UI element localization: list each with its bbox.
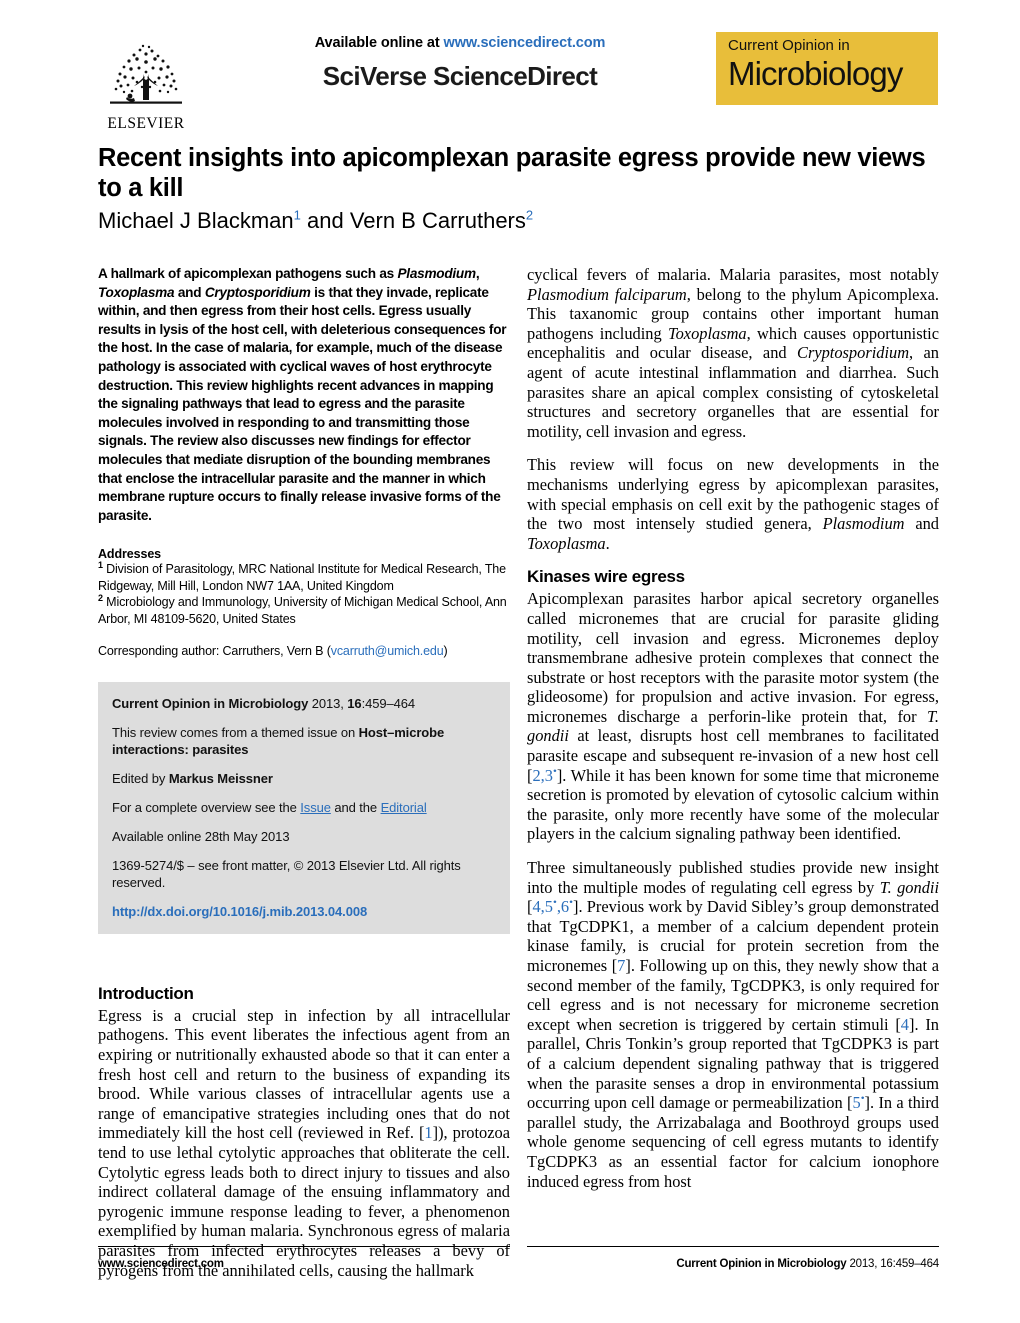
rp1-seg-1: cyclical fevers of malaria. Malaria para… [527, 265, 939, 284]
author-1-affiliation-marker[interactable]: 1 [294, 208, 301, 223]
available-online-block: Available online at www.sciencedirect.co… [230, 35, 690, 92]
rp4-seg-1: Three simultaneously published studies p… [527, 858, 939, 897]
author-2-affiliation-marker[interactable]: 2 [526, 208, 533, 223]
themed-issue-prefix: This review comes from a themed issue on [112, 724, 359, 740]
abstract-italic-plasmodium: Plasmodium [397, 266, 476, 281]
journal-logo-top-line: Current Opinion in [728, 37, 850, 54]
right-paragraph-1: cyclical fevers of malaria. Malaria para… [527, 265, 939, 441]
available-online-line: Available online at www.sciencedirect.co… [230, 35, 690, 51]
address-1-text: Division of Parasitology, MRC National I… [98, 562, 506, 593]
overview-line: For a complete overview see the Issue an… [112, 799, 496, 816]
footer-journal-name: Current Opinion in Microbiology [676, 1258, 847, 1270]
citation-ref-1[interactable]: 1 [424, 1123, 432, 1142]
abstract-italic-cryptosporidium: Cryptosporidium [204, 284, 311, 300]
rp1-italic-toxoplasma: Toxoplasma [668, 323, 747, 343]
elsevier-logo: ELSEVIER [98, 27, 194, 131]
abstract-italic-toxoplasma: Toxoplasma [98, 284, 175, 300]
journal-info-box: Current Opinion in Microbiology 2013, 16… [98, 681, 510, 934]
footer-citation: Current Opinion in Microbiology 2013, 16… [676, 1258, 939, 1270]
rp2-italic-plasmodium: Plasmodium [822, 514, 905, 534]
sciverse-sciencedirect-wordmark: SciVerse ScienceDirect [322, 61, 598, 91]
abstract-paragraph: A hallmark of apicomplexan pathogens suc… [98, 265, 510, 525]
abstract-seg-4: is that they invade, replicate within, a… [98, 284, 507, 523]
intro-seg-1: Egress is a crucial step in infection by… [98, 1005, 510, 1143]
right-paragraph-4: Three simultaneously published studies p… [527, 858, 939, 1191]
left-column: A hallmark of apicomplexan pathogens suc… [98, 265, 510, 1294]
citation-ref-5[interactable]: 5• [852, 1093, 864, 1112]
right-column: cyclical fevers of malaria. Malaria para… [527, 265, 939, 1205]
doi-line: http://dx.doi.org/10.1016/j.mib.2013.04.… [112, 903, 496, 920]
right-paragraph-3: Apicomplexan parasites harbor apical sec… [527, 589, 939, 844]
introduction-paragraph: Egress is a crucial step in infection by… [98, 1006, 510, 1280]
intro-seg-2: ]), protozoa tend to use lethal cytolyti… [98, 1123, 510, 1280]
citation-year: 2013, [308, 695, 348, 711]
rp2-seg-2: and [904, 514, 939, 534]
citation-ref-2-3-num: 2,3 [532, 765, 553, 785]
rp1-italic-cryptosporidium: Cryptosporidium [797, 343, 910, 363]
issue-link[interactable]: Issue [300, 800, 331, 815]
corresponding-author: Corresponding author: Carruthers, Vern B… [98, 643, 510, 660]
journal-logo: Current Opinion in Microbiology [716, 32, 938, 105]
citation-journal-name: Current Opinion in Microbiology [112, 695, 309, 711]
citation-ref-4[interactable]: 4 [901, 1015, 909, 1034]
right-paragraph-2: This review will focus on new developmen… [527, 455, 939, 553]
section-heading-kinases-wire-egress: Kinases wire egress [527, 567, 685, 587]
citation-ref-6: ,6 [556, 897, 570, 917]
citation-ref-4-5-6[interactable]: 4,5•,6• [532, 897, 573, 916]
editor-name: Markus Meissner [168, 770, 273, 786]
author-conjunction: and [300, 208, 350, 233]
abstract-seg-3: and [174, 284, 205, 300]
rp2-italic-toxoplasma: Toxoplasma [527, 533, 606, 553]
rp4-italic-tgondii: T. gondii [879, 877, 939, 897]
citation-ref-4-5: 4,5 [532, 897, 553, 917]
rp1-italic-pfalciparum: Plasmodium falciparum [527, 284, 687, 304]
citation-ref-2-3[interactable]: 2,3• [532, 766, 556, 785]
corresponding-email-link[interactable]: vcarruth@umich.edu [331, 644, 444, 658]
page-title: Recent insights into apicomplexan parasi… [98, 144, 926, 202]
corresponding-suffix: ) [443, 644, 448, 659]
citation-volume: 16 [347, 695, 362, 711]
author-list: Michael J Blackman1 and Vern B Carruther… [98, 207, 948, 234]
citation-pages: :459–464 [361, 695, 416, 711]
citation-ref-5-num: 5 [852, 1093, 861, 1113]
footer-citation-rest: 2013, 16:459–464 [846, 1258, 939, 1270]
journal-logo-title: Microbiology [728, 55, 903, 92]
address-2: 2 Microbiology and Immunology, Universit… [98, 594, 510, 627]
section-heading-introduction: Introduction [98, 983, 194, 1003]
overview-mid: and the [330, 799, 381, 815]
corresponding-prefix: Corresponding author: Carruthers, Vern B… [98, 644, 331, 659]
abstract-seg-1: A hallmark of apicomplexan pathogens suc… [98, 266, 398, 281]
addresses-heading: Addresses [98, 547, 162, 562]
masthead: ELSEVIER Available online at www.science… [0, 0, 1020, 135]
available-online-date: Available online 28th May 2013 [112, 828, 290, 844]
footer-sciencedirect-url[interactable]: www.sciencedirect.com [98, 1258, 224, 1270]
overview-prefix: For a complete overview see the [112, 799, 301, 815]
address-2-text: Microbiology and Immunology, University … [98, 595, 507, 626]
rp3-seg-3: ]. While it has been known for some time… [527, 765, 939, 844]
sciencedirect-url[interactable]: www.sciencedirect.com [444, 35, 606, 51]
available-online-prefix: Available online at [314, 35, 444, 51]
footer-rule-right [527, 1246, 939, 1247]
editorial-link[interactable]: Editorial [381, 800, 427, 815]
elsevier-wordmark: ELSEVIER [107, 114, 185, 132]
footer-rule-left [98, 1246, 510, 1247]
elsevier-tree-icon [110, 44, 182, 104]
author-2-name[interactable]: Vern B Carruthers [350, 208, 526, 233]
edited-by-prefix: Edited by [112, 770, 169, 786]
edited-by-line: Edited by Markus Meissner [112, 770, 496, 787]
abstract-seg-2: , [475, 266, 480, 281]
citation-line: Current Opinion in Microbiology 2013, 16… [112, 695, 496, 712]
rp3-seg-1: Apicomplexan parasites harbor apical sec… [527, 589, 939, 726]
page-footer: www.sciencedirect.com Current Opinion in… [98, 1258, 939, 1270]
title-block: Recent insights into apicomplexan parasi… [98, 143, 948, 234]
author-1-name[interactable]: Michael J Blackman [98, 208, 294, 233]
doi-link[interactable]: http://dx.doi.org/10.1016/j.mib.2013.04.… [112, 904, 367, 919]
themed-issue-line: This review comes from a themed issue on… [112, 724, 496, 758]
front-matter-line: 1369-5274/$ – see front matter, © 2013 E… [112, 857, 461, 890]
address-1: 1 Division of Parasitology, MRC National… [98, 561, 510, 594]
rp2-seg-3: . [605, 533, 610, 553]
article-page: ELSEVIER Available online at www.science… [0, 0, 1020, 1323]
